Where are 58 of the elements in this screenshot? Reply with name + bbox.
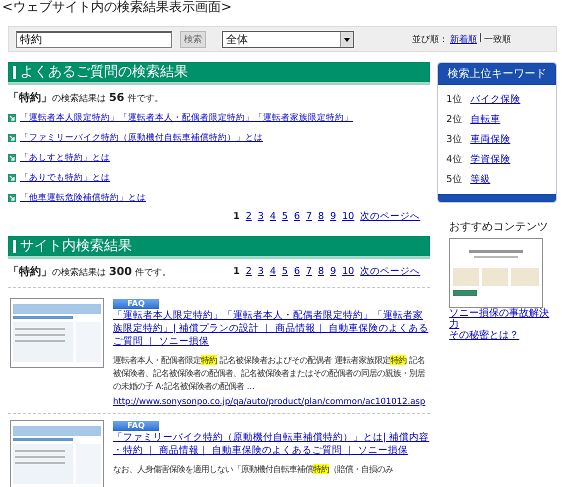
current-page: 1 <box>233 266 240 276</box>
page-link[interactable]: 5 <box>282 210 288 222</box>
search-field[interactable]: 特約 <box>16 30 172 48</box>
recommended-link[interactable]: ソニー損保の事故解決力 その秘密とは？ <box>449 308 550 341</box>
result-count: 「特約」の検索結果は 56 件です。 <box>8 90 164 105</box>
page-link[interactable]: 7 <box>306 210 312 222</box>
page-link[interactable]: 9 <box>330 266 336 276</box>
page-link[interactable]: 7 <box>306 266 312 276</box>
page-link[interactable]: 10 <box>342 266 354 276</box>
result-url-link[interactable]: http://www.sonysonpo.co.jp/qa/auto/product/plan/common/ac101012.asp <box>113 397 430 407</box>
scope-dropdown[interactable]: 全体 <box>222 30 354 48</box>
faq-link[interactable]: 「運転者本人限定特約」「運転者本人・配偶者限定特約」「運転者家族限定特約」 <box>20 112 353 124</box>
next-page-link[interactable]: 次のページへ <box>360 264 420 278</box>
faq-link[interactable]: 「あしすと特約」とは <box>20 152 110 164</box>
page-link[interactable]: 3 <box>258 266 264 276</box>
faq-link[interactable]: 「ファミリーバイク特約（原動機付自転車補償特約）」とは <box>20 132 263 144</box>
sort-separator: | <box>478 32 482 44</box>
rank-label: 2位 <box>446 112 462 126</box>
panel-header: 検索上位キーワード <box>438 63 556 85</box>
faq-badge: FAQ <box>113 299 159 309</box>
recommended-heading: おすすめコンテンツ <box>449 219 550 234</box>
result-count: 「特約」の検索結果は 300 件です。 <box>8 264 171 278</box>
keyword-link[interactable]: 自転車 <box>470 112 500 126</box>
page-link[interactable]: 5 <box>282 266 288 276</box>
page-link[interactable]: 6 <box>294 266 300 276</box>
keyword-link[interactable]: 学資保険 <box>470 152 510 166</box>
faq-link[interactable]: 「他車運転危険補償特約」とは <box>20 192 146 204</box>
next-page-link[interactable]: 次のページへ <box>360 210 420 222</box>
page-link[interactable]: 8 <box>318 266 324 276</box>
result-title-link[interactable]: 「ファミリーバイク特約（原動機付自転車補償特約）」とは| 補償内容・特約 ｜ 商品情報｜ 自動車保険のよくあるご質問 ｜ ソニー損保 <box>113 431 430 457</box>
keyword-link[interactable]: 等級 <box>470 172 490 186</box>
page-link[interactable]: 6 <box>294 210 300 222</box>
sort-option: 一致順 <box>484 32 511 46</box>
current-page: 1 <box>233 210 240 222</box>
page-link[interactable]: 10 <box>342 210 354 222</box>
page-link[interactable]: 3 <box>258 210 264 222</box>
result-title-link[interactable]: 「運転者本人限定特約」「運転者本人・配偶者限定特約」「運転者家族限定特約」| 補償プランの設計 ｜ 商品情報｜ 自動車保険のよくあるご質問 ｜ ソニー損保 <box>113 309 430 348</box>
page-link[interactable]: 2 <box>246 266 252 276</box>
rank-label: 5位 <box>446 172 462 186</box>
section-header: よくあるご質問の検索結果 <box>8 62 430 85</box>
rank-label: 3位 <box>446 132 462 146</box>
page-title: <ウェブサイト内の検索結果表示画面> <box>1 0 233 17</box>
keyword-link[interactable]: 車両保険 <box>470 132 510 146</box>
page-link[interactable]: 8 <box>318 210 324 222</box>
result-snippet: なお、人身傷害保険を適用しない「原動機付自転車補償特約（賠償・自損のみ <box>113 463 394 476</box>
faq-badge: FAQ <box>113 421 159 431</box>
rank-label: 4位 <box>446 152 462 166</box>
page-link[interactable]: 4 <box>270 266 276 276</box>
page-link[interactable]: 9 <box>330 210 336 222</box>
section-header: サイト内検索結果 <box>8 236 430 259</box>
faq-link[interactable]: 「ありでも特約」とは <box>20 172 110 184</box>
page-link[interactable]: 4 <box>270 210 276 222</box>
sort-link[interactable]: 新着順 <box>450 32 477 46</box>
page-link[interactable]: 2 <box>246 210 252 222</box>
keyword-link[interactable]: バイク保険 <box>470 92 520 106</box>
rank-label: 1位 <box>446 92 462 106</box>
sort-label: 並び順： <box>412 34 448 46</box>
search-button[interactable]: 検索 <box>180 30 206 48</box>
